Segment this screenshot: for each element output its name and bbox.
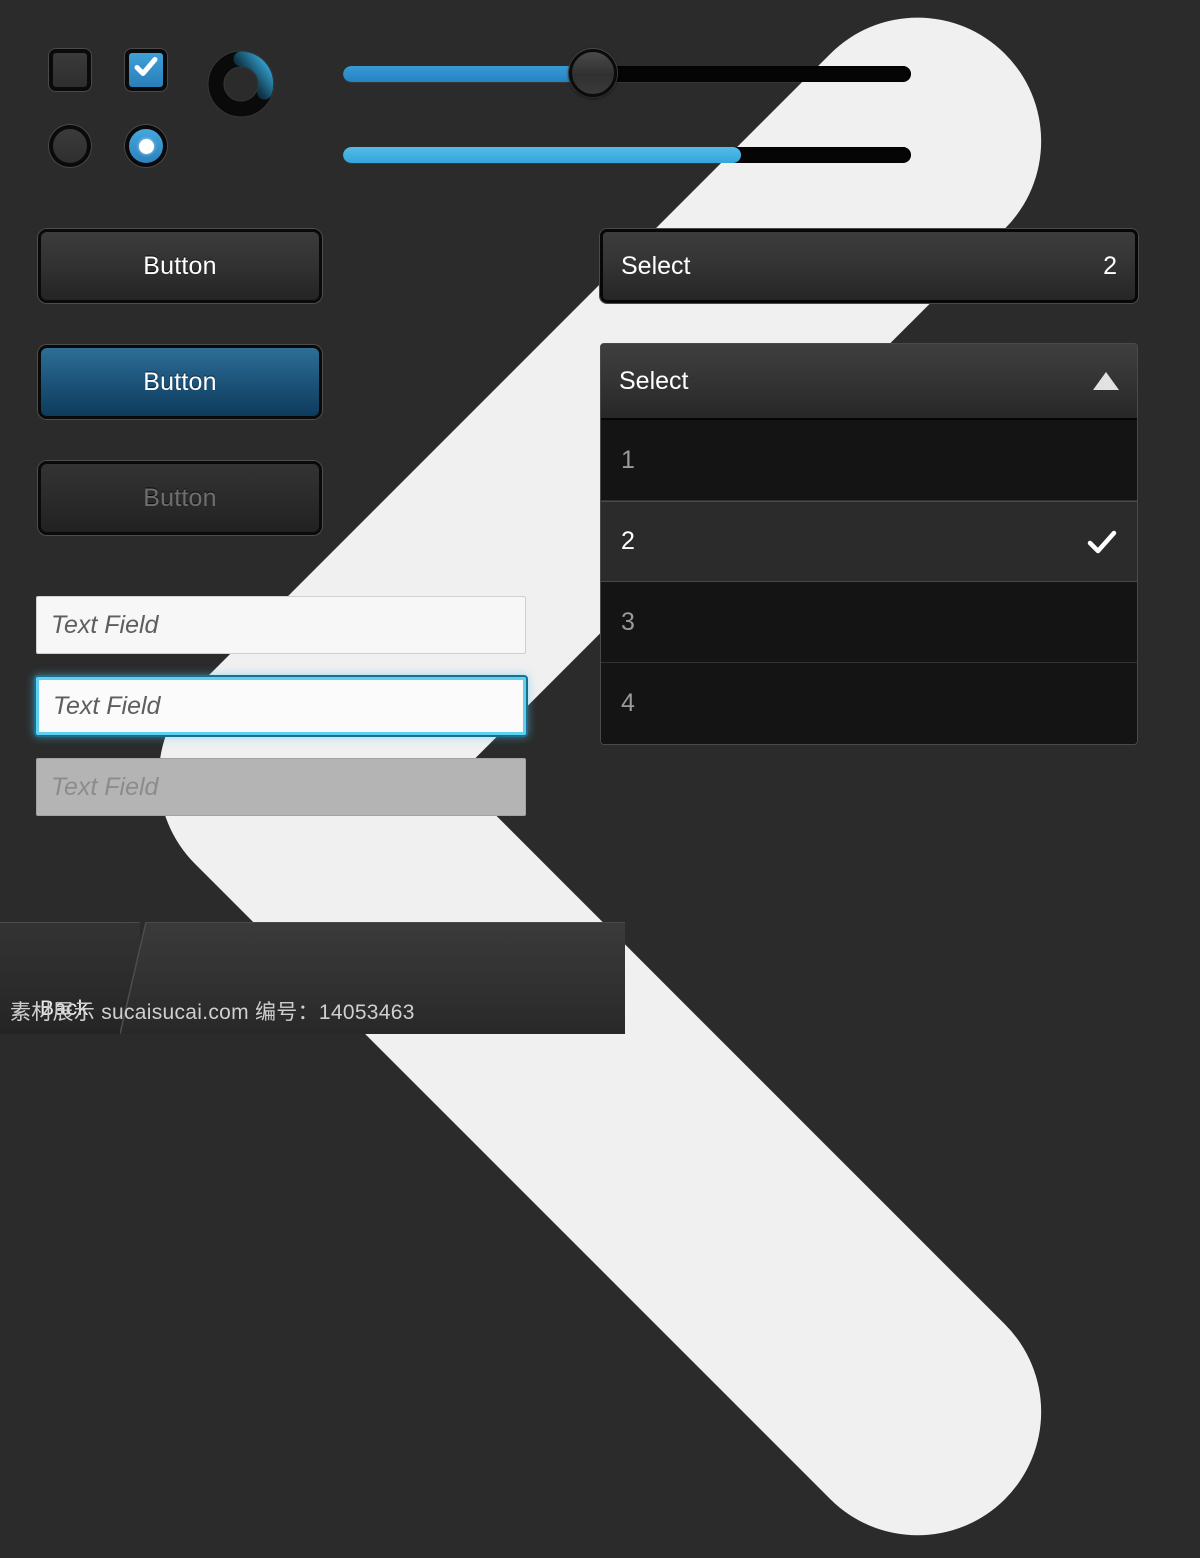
select-option-2-label: 2 — [621, 527, 635, 555]
text-field-disabled: Text Field — [36, 758, 526, 816]
button-active[interactable]: Button — [38, 345, 322, 419]
select-option-2[interactable]: 2 — [601, 501, 1137, 582]
checkbox-checked[interactable] — [125, 49, 167, 91]
spinner-icon — [207, 50, 275, 118]
watermark-site: sucaisucai.com — [101, 1001, 249, 1024]
text-field-focused-placeholder: Text Field — [53, 691, 161, 720]
slider-thumb[interactable] — [568, 49, 617, 97]
button-normal[interactable]: Button — [38, 229, 322, 303]
button-normal-label: Button — [143, 251, 217, 280]
select-expanded[interactable]: Select 1 2 3 4 — [600, 343, 1138, 745]
select-option-1-label: 1 — [621, 445, 635, 474]
button-disabled-label: Button — [143, 483, 217, 512]
ui-kit-canvas: Button Button Button Text Field Text Fie… — [0, 0, 1200, 1536]
text-field-normal-placeholder: Text Field — [51, 610, 159, 639]
select-collapsed-label: Select — [621, 251, 691, 280]
progress-bar-fill — [343, 147, 741, 163]
check-icon — [1087, 530, 1117, 553]
radio-selected[interactable] — [125, 125, 167, 167]
select-expanded-label: Select — [619, 366, 689, 395]
watermark: 素材展示 sucaisucai.com 编号：14053463 — [10, 996, 415, 1026]
slider-track[interactable] — [343, 66, 911, 82]
button-active-label: Button — [143, 367, 217, 396]
watermark-prefix: 素材展示 — [10, 1001, 96, 1024]
text-field-disabled-placeholder: Text Field — [51, 772, 159, 801]
watermark-id-label: 编号： — [254, 1001, 319, 1024]
watermark-id-value: 14053463 — [318, 1001, 415, 1024]
caret-up-icon[interactable] — [1093, 372, 1119, 390]
select-collapsed[interactable]: Select 2 — [600, 229, 1138, 303]
button-disabled: Button — [38, 461, 322, 535]
progress-bar — [343, 147, 911, 163]
text-field-focused[interactable]: Text Field — [36, 677, 526, 735]
select-collapsed-value: 2 — [1103, 251, 1117, 280]
select-expanded-header[interactable]: Select — [601, 344, 1137, 420]
select-option-1[interactable]: 1 — [601, 420, 1137, 501]
select-option-4[interactable]: 4 — [601, 663, 1137, 744]
check-icon — [134, 57, 158, 76]
checkbox-unchecked[interactable] — [49, 49, 91, 91]
loading-spinner — [207, 50, 275, 118]
radio-unselected[interactable] — [49, 125, 91, 167]
select-option-3[interactable]: 3 — [601, 582, 1137, 663]
select-option-3-label: 3 — [621, 607, 635, 636]
select-option-4-label: 4 — [621, 689, 635, 717]
slider-fill — [343, 66, 593, 82]
text-field-normal[interactable]: Text Field — [36, 596, 526, 654]
